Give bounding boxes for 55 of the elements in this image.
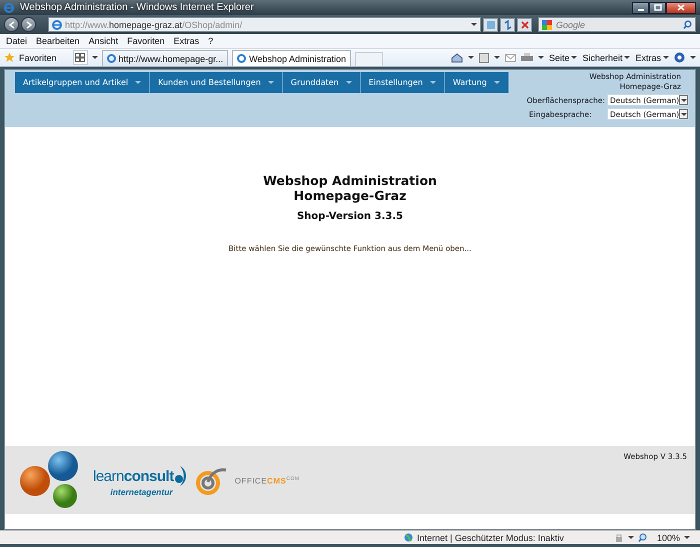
menu-item[interactable]: Bearbeiten: [36, 36, 80, 46]
product-logo-text: OFFICECMS$^{COM}$: [234, 476, 300, 486]
nav-menu-item[interactable]: Artikelgruppen und Artikel: [15, 72, 150, 93]
star-icon[interactable]: [4, 52, 15, 63]
tab[interactable]: Webshop Administration: [232, 50, 351, 66]
close-icon[interactable]: [677, 4, 685, 11]
menu-item[interactable]: Ansicht: [88, 36, 118, 46]
search-icon[interactable]: [683, 20, 692, 29]
page-icon: [52, 20, 62, 30]
tab[interactable]: http://www.homepage-gr...: [102, 50, 228, 66]
menu-item[interactable]: Favoriten: [127, 36, 165, 46]
target-logo-icon: [194, 466, 227, 496]
quick-tabs-icon[interactable]: [72, 50, 88, 65]
page-title: Homepage-Graz: [294, 188, 406, 203]
dropdown-icon[interactable]: [471, 23, 477, 26]
minimize-button[interactable]: [632, 2, 649, 14]
dropdown-icon[interactable]: [494, 56, 500, 59]
globe-icon: [404, 533, 413, 542]
address-field[interactable]: http://www.homepage-graz.at/OShop/admin/: [48, 17, 481, 32]
nav-menu-item[interactable]: Grunddaten: [282, 72, 361, 93]
company-tagline: internetagentur: [110, 487, 173, 497]
close-button[interactable]: [666, 2, 696, 14]
security-zone-text: Internet | Geschützter Modus: Inaktiv: [417, 532, 564, 542]
company-logo-text: learnconsult: [93, 468, 174, 484]
swoosh-icon: [174, 465, 187, 487]
zoom-level[interactable]: 100%: [656, 532, 680, 542]
menu-item[interactable]: ?: [208, 36, 214, 46]
nav-menu-item[interactable]: Einstellungen: [360, 72, 445, 93]
forward-button[interactable]: [21, 17, 36, 32]
maximize-button[interactable]: [649, 2, 666, 14]
window-title: Webshop Administration - Windows Internet Explorer: [20, 2, 254, 13]
dropdown-icon[interactable]: [628, 536, 634, 539]
dropdown-icon[interactable]: [684, 536, 690, 539]
dropdown-icon[interactable]: [468, 56, 474, 59]
stop-icon[interactable]: [517, 18, 532, 32]
command-button[interactable]: Extras: [635, 52, 669, 62]
command-button[interactable]: Sicherheit: [582, 52, 630, 62]
command-button[interactable]: Seite: [548, 52, 578, 62]
page-title: Webshop Administration: [263, 173, 437, 188]
home-icon[interactable]: [450, 52, 463, 62]
version-heading: Shop-Version 3.3.5: [296, 211, 403, 222]
zoom-icon[interactable]: [638, 533, 647, 542]
back-button[interactable]: [4, 17, 19, 32]
favorites-button[interactable]: Favoriten: [19, 52, 69, 62]
menu-item[interactable]: Extras: [174, 36, 200, 46]
nav-menu-item[interactable]: Kunden und Bestellungen: [150, 72, 283, 93]
browser-icon: [4, 2, 14, 12]
maximize-icon[interactable]: [654, 4, 662, 11]
dropdown-icon[interactable]: [690, 56, 696, 59]
menu-item[interactable]: Datei: [6, 36, 28, 46]
print-icon[interactable]: [520, 52, 533, 62]
tab-list-icon[interactable]: [92, 56, 98, 59]
dropdown-icon[interactable]: [538, 56, 544, 59]
search-field[interactable]: Google: [538, 17, 696, 32]
nav-menu-item[interactable]: Wartung: [444, 72, 509, 93]
